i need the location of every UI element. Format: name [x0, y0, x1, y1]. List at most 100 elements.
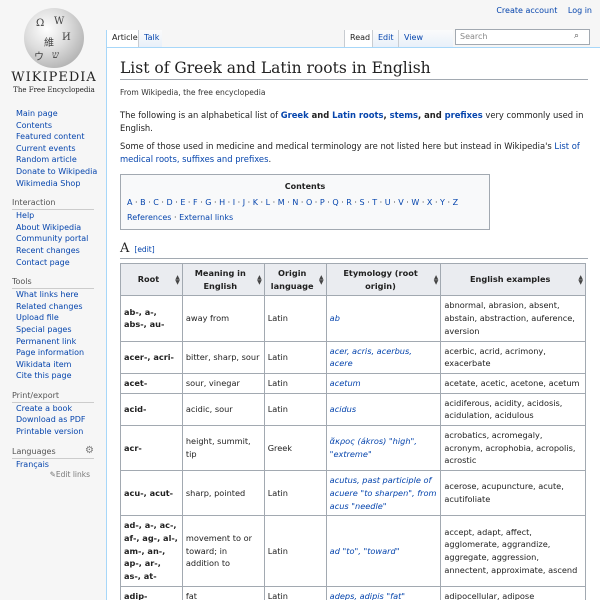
login-link[interactable]: Log in	[568, 6, 592, 15]
etymology-cell-text[interactable]: acutus, past participle of acuere "to sh…	[330, 475, 437, 510]
examples-cell-text: acetate, acetic, acetone, acetum	[444, 377, 580, 388]
edit-links-label: Edit links	[55, 470, 90, 480]
sidebar-item-random-article[interactable]: Random article	[16, 154, 100, 166]
toc-separator: ·	[419, 198, 427, 207]
sidebar-item-create-book[interactable]: Create a book	[16, 403, 100, 415]
table-row: ad-, a-, ac-, af-, ag-, al-, am-, an-, a…	[120, 515, 586, 587]
root-cell: ad-, a-, ac-, af-, ag-, al-, am-, an-, a…	[120, 515, 183, 587]
etymology-cell-text[interactable]: acidus	[330, 404, 356, 414]
origin-cell: Latin	[263, 340, 327, 374]
sidebar-item-cite-this-page[interactable]: Cite this page	[16, 370, 100, 382]
sidebar-item-what-links-here[interactable]: What links here	[16, 289, 100, 301]
edit-links[interactable]: ✎Edit links	[0, 470, 90, 479]
sidebar-item-about[interactable]: About Wikipedia	[16, 222, 100, 234]
sort-icon[interactable]: ▲ ▼	[578, 274, 583, 285]
etymology-cell-text[interactable]: ad "to", "toward"	[330, 546, 400, 556]
column-header[interactable]: Etymology (root origin) ▲ ▼	[325, 262, 442, 297]
examples-cell-text: acrobatics, acromegaly, acronym, acropho…	[444, 430, 576, 466]
root-cell: ab-, a-, abs-, au-	[120, 295, 183, 342]
origin-cell: Latin	[263, 392, 327, 427]
tab-article[interactable]: Article	[106, 30, 138, 47]
meaning-cell-text: fat	[185, 590, 197, 600]
wordmark: WIKIPEDIA	[11, 70, 97, 85]
sidebar-item-printable-version[interactable]: Printable version	[16, 426, 100, 438]
root-cell-text: ad-, a-, ac-, af-, ag-, al-, am-, an-, a…	[124, 520, 178, 582]
etymology-cell-text[interactable]: adeps, adipis "fat"	[330, 591, 405, 600]
search-icon[interactable]: ⌕	[574, 31, 586, 43]
toc-external-links-link[interactable]: External links	[179, 213, 233, 222]
stems-link[interactable]: stems	[390, 110, 418, 120]
origin-cell: Latin	[263, 515, 327, 587]
gear-icon[interactable]: ⚙	[85, 445, 94, 456]
section-edit-link[interactable]: [edit]	[134, 245, 154, 254]
sidebar-item-language-francais[interactable]: Français	[16, 459, 100, 471]
toc-separator: ·	[298, 198, 306, 207]
sidebar-item-recent-changes[interactable]: Recent changes	[16, 245, 100, 257]
sidebar-item-permanent-link[interactable]: Permanent link	[16, 336, 100, 348]
sidebar-item-current-events[interactable]: Current events	[16, 143, 100, 155]
greek-link[interactable]: Greek	[281, 110, 309, 120]
table-header-row: Root ▲ ▼ Meaning in English ▲ ▼ Origin languag…	[120, 262, 586, 297]
sidebar-item-donate[interactable]: Donate to Wikipedia	[16, 166, 100, 178]
root-cell: acer-, acri-	[120, 340, 183, 374]
toc-letter-link[interactable]: Z	[453, 198, 458, 207]
sidebar-item-main-page[interactable]: Main page	[16, 108, 100, 120]
sort-icon[interactable]: ▲ ▼	[319, 274, 324, 285]
latin-roots-link[interactable]: Latin roots	[332, 110, 383, 120]
etymology-cell: acutus, past participle of acuere "to sh…	[325, 470, 442, 517]
root-cell-text: ab-, a-, abs-, au-	[124, 306, 165, 330]
etymology-cell: acidus	[325, 392, 442, 427]
origin-cell: Latin	[263, 470, 327, 517]
sidebar-item-contact-page[interactable]: Contact page	[16, 257, 100, 269]
table-row: acid-acidic, sour Latin acidus acidiferous,…	[120, 392, 586, 427]
tab-edit[interactable]: Edit	[372, 30, 398, 47]
intro-paragraph-1: The following is an alphabetical list of…	[120, 109, 588, 135]
sort-icon[interactable]: ▲ ▼	[434, 274, 439, 285]
sidebar-item-wikidata-item[interactable]: Wikidata item	[16, 359, 100, 371]
etymology-cell-text[interactable]: ἄκρος (ákros) "high", "extreme"	[330, 436, 417, 459]
etymology-cell-text[interactable]: acer, acris, acerbus, acere	[330, 346, 412, 369]
column-header[interactable]: Root ▲ ▼	[120, 262, 183, 297]
tab-talk[interactable]: Talk	[138, 30, 162, 47]
intro-text: and	[308, 110, 333, 120]
tab-read[interactable]: Read	[344, 30, 372, 47]
tab-view-history[interactable]: View history	[398, 30, 453, 58]
toc-references-link[interactable]: References	[127, 213, 171, 222]
sidebar-item-related-changes[interactable]: Related changes	[16, 301, 100, 313]
sidebar-item-upload-file[interactable]: Upload file	[16, 312, 100, 324]
origin-cell: Latin	[263, 295, 327, 342]
column-header[interactable]: Meaning in English ▲ ▼	[181, 262, 265, 297]
intro-text: .	[268, 154, 272, 164]
sidebar-item-download-pdf[interactable]: Download as PDF	[16, 414, 100, 426]
sort-icon[interactable]: ▲ ▼	[257, 274, 262, 285]
sidebar-item-page-information[interactable]: Page information	[16, 347, 100, 359]
prefixes-link[interactable]: prefixes	[445, 110, 483, 120]
create-account-link[interactable]: Create account	[496, 6, 557, 15]
toc-letter-link[interactable]: M	[278, 198, 285, 207]
column-header[interactable]: English examples ▲ ▼	[440, 262, 586, 297]
origin-cell-text: Latin	[267, 590, 288, 600]
examples-cell: acerbic, acrid, acrimony, exacerbate	[440, 340, 586, 374]
etymology-cell-text[interactable]: ab	[330, 313, 340, 323]
sidebar-item-contents[interactable]: Contents	[16, 120, 100, 132]
sidebar-item-featured-content[interactable]: Featured content	[16, 131, 100, 143]
origin-cell-text: Latin	[267, 351, 288, 362]
origin-cell-text: Latin	[267, 403, 288, 414]
etymology-cell-text[interactable]: acetum	[330, 378, 361, 388]
sidebar-heading-languages: Languages	[12, 446, 56, 456]
sidebar-item-community-portal[interactable]: Community portal	[16, 233, 100, 245]
meaning-cell: bitter, sharp, sour	[181, 340, 265, 374]
toc-letters: A · B · C · D · E · F · G · H · I · J · …	[127, 196, 483, 209]
wikipedia-logo[interactable]: ΩW 維И ウש WIKIPEDIA The Free Encyclopedia	[8, 6, 100, 96]
intro-text: The following is an alphabetical list of	[120, 110, 281, 120]
sidebar-item-help[interactable]: Help	[16, 210, 100, 222]
sidebar-item-wikimedia-shop[interactable]: Wikimedia Shop	[16, 178, 100, 190]
meaning-cell: sour, vinegar	[181, 372, 265, 394]
search-input[interactable]: Search ⌕	[455, 29, 590, 45]
column-header[interactable]: Origin language ▲ ▼	[263, 262, 327, 297]
sort-icon[interactable]: ▲ ▼	[175, 274, 180, 285]
toc-separator: ·	[211, 198, 220, 207]
sidebar-item-special-pages[interactable]: Special pages	[16, 324, 100, 336]
toc-separator: ·	[270, 198, 278, 207]
origin-cell-text: Greek	[267, 442, 293, 453]
